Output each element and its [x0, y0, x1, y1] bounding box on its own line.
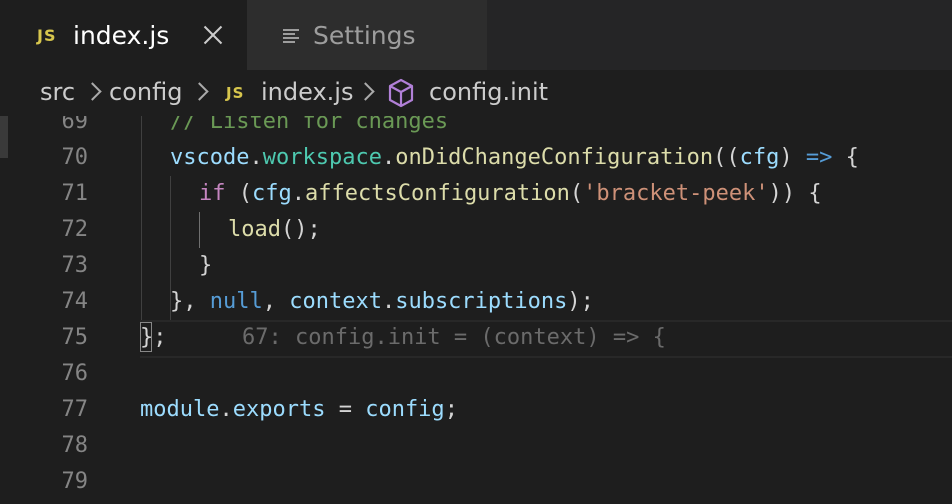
code-line: 79: [0, 464, 952, 500]
code-line: 69 // Listen for changes: [0, 116, 952, 140]
code-line: 76: [0, 356, 952, 392]
code-line: 70 vscode.workspace.onDidChangeConfigura…: [0, 140, 952, 176]
chevron-right-icon: [361, 82, 371, 100]
close-icon[interactable]: [203, 25, 223, 45]
line-number: 69: [61, 116, 89, 134]
scroll-shadow: [0, 116, 8, 158]
line-number: 73: [61, 253, 89, 278]
code-line: 71 if (cfg.affectsConfiguration('bracket…: [0, 176, 952, 212]
code-line: 73 }: [0, 248, 952, 284]
line-number: 75: [61, 325, 89, 350]
line-number: 78: [61, 433, 89, 458]
tab-settings[interactable]: Settings: [247, 0, 487, 70]
breadcrumb-item-config[interactable]: config: [109, 78, 182, 106]
code-line: 72 load();: [0, 212, 952, 248]
code-text: vscode.workspace.onDidChangeConfiguratio…: [170, 145, 859, 170]
js-file-icon: JS: [37, 26, 57, 45]
tab-bar: JS index.js Settings: [0, 0, 952, 70]
chevron-right-icon: [88, 82, 98, 100]
line-number: 77: [61, 397, 89, 422]
code-text: // Listen for changes: [170, 116, 449, 134]
line-number: 79: [61, 469, 89, 494]
breadcrumb-item-symbol[interactable]: config.init: [429, 78, 548, 106]
code-line: 77 module.exports = config;: [0, 392, 952, 428]
bracket-peek-hint: 67: config.init = (context) => {: [242, 325, 666, 350]
breadcrumb-item-src[interactable]: src: [40, 78, 75, 106]
code-line: 74 }, null, context.subscriptions);: [0, 284, 952, 320]
line-number: 70: [61, 145, 89, 170]
code-text: module.exports = config;: [140, 397, 458, 422]
line-number: 76: [61, 361, 89, 386]
code-text: };: [140, 325, 167, 350]
code-text: if (cfg.affectsConfiguration('bracket-pe…: [199, 181, 822, 206]
line-number: 72: [61, 217, 89, 242]
line-number: 71: [61, 181, 89, 206]
code-text: load();: [228, 217, 321, 242]
breadcrumb: src config JS index.js config.init: [0, 70, 952, 116]
code-line: 78: [0, 428, 952, 464]
code-text: }, null, context.subscriptions);: [170, 289, 594, 314]
cube-icon: [388, 78, 414, 108]
code-editor[interactable]: 69 // Listen for changes 70 vscode.works…: [0, 116, 952, 504]
js-file-icon: JS: [226, 84, 245, 102]
code-line-current: 75 }; 67: config.init = (context) => {: [0, 320, 952, 356]
tab-index-js[interactable]: JS index.js: [0, 0, 247, 70]
tab-label: index.js: [73, 21, 170, 50]
tab-label: Settings: [313, 21, 416, 50]
line-number: 74: [61, 289, 89, 314]
chevron-right-icon: [195, 82, 205, 100]
breadcrumb-item-file[interactable]: index.js: [261, 78, 353, 106]
code-text: }: [199, 253, 213, 278]
settings-lines-icon: [283, 29, 299, 43]
